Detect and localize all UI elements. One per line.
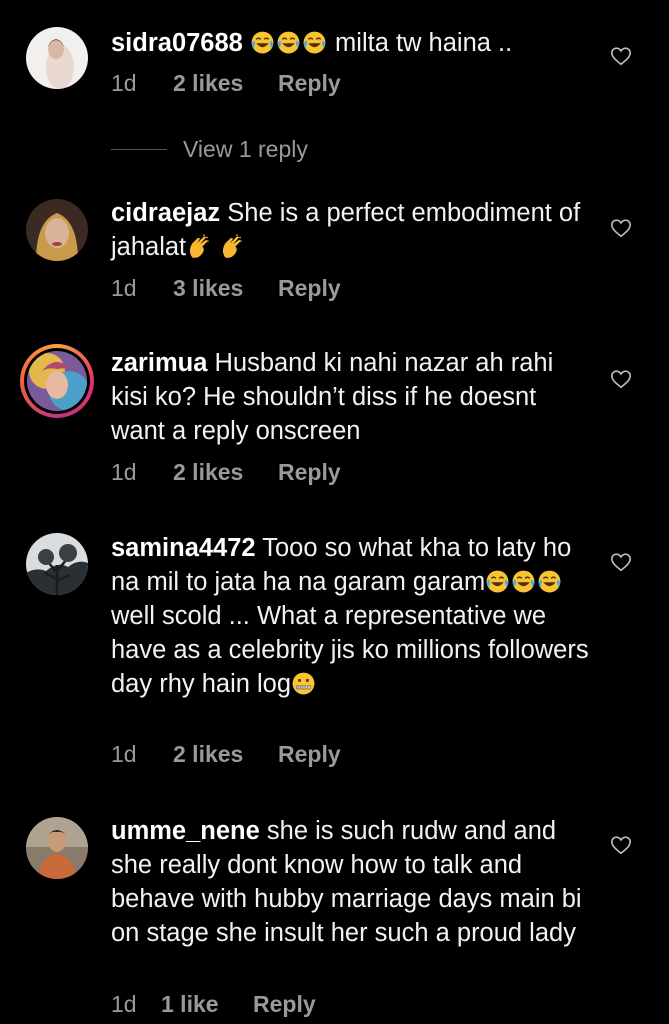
- view-replies-label: View 1 reply: [183, 135, 308, 162]
- reply-button[interactable]: Reply: [278, 459, 341, 486]
- comment-time: 1d: [111, 459, 137, 485]
- comment-time: 1d: [111, 275, 137, 301]
- comment-time: 1d: [111, 741, 137, 767]
- likes-count[interactable]: 2 likes: [173, 459, 278, 486]
- reply-button[interactable]: Reply: [278, 70, 341, 97]
- avatar[interactable]: [26, 533, 88, 595]
- comment-meta: 1d 2 likes Reply: [111, 741, 341, 768]
- laughing-emoji-icon: [302, 30, 327, 55]
- comment-time: 1d: [111, 70, 137, 96]
- avatar[interactable]: [26, 817, 88, 879]
- divider: [111, 148, 167, 150]
- comment-time: 1d: [111, 991, 137, 1017]
- reply-button[interactable]: Reply: [278, 275, 341, 302]
- comment-text: umme_nene she is such rudw and and she r…: [111, 814, 591, 950]
- laughing-emoji-icon: [276, 30, 301, 55]
- likes-count[interactable]: 2 likes: [173, 70, 278, 97]
- avatar-image: [27, 351, 87, 411]
- comment-username[interactable]: sidra07688: [111, 29, 243, 57]
- comment-username[interactable]: samina4472: [111, 534, 256, 562]
- laughing-emoji-icon: [250, 30, 275, 55]
- clapping-hands-icon: [219, 234, 244, 259]
- comment-meta: 1d 2 likes Reply: [111, 70, 341, 97]
- laughing-emoji-icon: [537, 569, 562, 594]
- heart-icon[interactable]: [610, 551, 632, 573]
- laughing-emoji-icon: [485, 569, 510, 594]
- heart-icon[interactable]: [610, 45, 632, 67]
- avatar-with-story-ring[interactable]: [20, 344, 94, 418]
- comment-text: samina4472 Tooo so what kha to laty ho n…: [111, 531, 591, 701]
- heart-icon[interactable]: [610, 217, 632, 239]
- clapping-hands-icon: [186, 234, 211, 259]
- heart-icon[interactable]: [610, 368, 632, 390]
- avatar[interactable]: [26, 27, 88, 89]
- comment-text: zarimua Husband ki nahi nazar ah rahi ki…: [111, 346, 591, 448]
- likes-count[interactable]: 1 like: [161, 991, 253, 1018]
- zipper-mouth-emoji-icon: [291, 671, 316, 696]
- reply-button[interactable]: Reply: [278, 741, 341, 768]
- heart-icon[interactable]: [610, 834, 632, 856]
- comment-username[interactable]: umme_nene: [111, 817, 260, 845]
- avatar[interactable]: [26, 199, 88, 261]
- comment-text: cidraejaz She is a perfect embodiment of…: [111, 196, 591, 264]
- comment-username[interactable]: zarimua: [111, 349, 207, 377]
- comment-meta: 1d 1 like Reply: [111, 991, 316, 1018]
- likes-count[interactable]: 3 likes: [173, 275, 278, 302]
- comment-body-rest: well scold ... What a representative we …: [111, 602, 589, 698]
- comment-body-rest: milta tw haina ..: [327, 29, 513, 57]
- reply-button[interactable]: Reply: [253, 991, 316, 1018]
- laughing-emoji-icon: [511, 569, 536, 594]
- likes-count[interactable]: 2 likes: [173, 741, 278, 768]
- comment-meta: 1d 3 likes Reply: [111, 275, 341, 302]
- comment-text: sidra07688 milta tw haina ..: [111, 26, 591, 60]
- comment-meta: 1d 2 likes Reply: [111, 459, 341, 486]
- comment-username[interactable]: cidraejaz: [111, 199, 220, 227]
- view-replies-button[interactable]: View 1 reply: [111, 134, 308, 164]
